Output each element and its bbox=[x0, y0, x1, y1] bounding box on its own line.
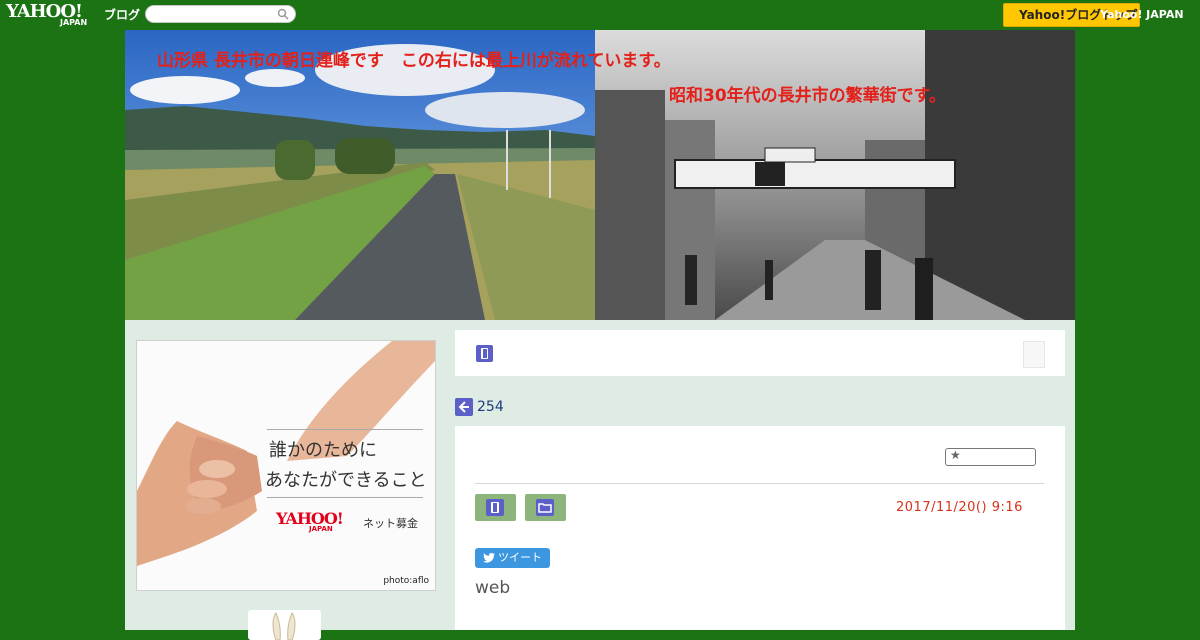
ad-headline-1: 誰かのために bbox=[269, 440, 377, 461]
banner-photo bbox=[125, 30, 1075, 320]
back-count[interactable]: 254 bbox=[477, 398, 504, 416]
ad-divider-top bbox=[267, 429, 423, 430]
charity-ad-banner[interactable]: 誰かのために あなたができること YAHOO! JAPAN ネット募金 phot… bbox=[136, 340, 436, 591]
ad-service-name: ネット募金 bbox=[363, 517, 418, 530]
arrow-left-icon[interactable] bbox=[455, 398, 473, 416]
ad-divider-bottom bbox=[267, 497, 423, 498]
logo-sub: JAPAN bbox=[60, 18, 88, 27]
tweet-label: ツイート bbox=[498, 551, 542, 564]
search-icon[interactable] bbox=[277, 8, 289, 20]
tweet-button[interactable]: ツイート bbox=[475, 548, 550, 568]
banner-caption-right: 昭和30年代の長井市の繁華街です。 bbox=[669, 86, 946, 106]
blog-label: ブログ bbox=[104, 8, 141, 22]
category-bar bbox=[455, 330, 1065, 376]
post-body: web bbox=[475, 578, 511, 598]
blog-page: 山形県 長井市の朝日連峰です この右には最上川が流れています。 昭和30年代の長… bbox=[125, 30, 1075, 640]
book-icon[interactable] bbox=[476, 345, 493, 362]
ad-headline-2: あなたができること bbox=[265, 470, 427, 491]
book-category-button[interactable] bbox=[475, 494, 516, 521]
book-glyph bbox=[491, 502, 499, 513]
yahoo-japan-link[interactable]: Yahoo! JAPAN bbox=[1100, 8, 1184, 21]
rabbit-ears-icon bbox=[272, 612, 296, 640]
post-divider bbox=[475, 483, 1044, 484]
star-icon: ★ bbox=[950, 448, 961, 462]
folder-button[interactable] bbox=[525, 494, 566, 521]
folder-glyph bbox=[538, 503, 552, 513]
twitter-bird-icon bbox=[483, 552, 495, 563]
header-banner: 山形県 長井市の朝日連峰です この右には最上川が流れています。 昭和30年代の長… bbox=[125, 30, 1075, 320]
profile-avatar[interactable] bbox=[248, 610, 321, 640]
post-date: 2017/11/20() 9:16 bbox=[896, 500, 1023, 515]
arrow-left-glyph bbox=[458, 401, 469, 413]
book-glyph bbox=[481, 348, 488, 359]
banner-caption-left: 山形県 長井市の朝日連峰です この右には最上川が流れています。 bbox=[157, 51, 671, 71]
book-icon bbox=[486, 499, 504, 516]
ad-photo-credit: photo:aflo bbox=[383, 576, 429, 586]
folder-icon bbox=[536, 499, 554, 516]
search-box[interactable] bbox=[145, 5, 296, 26]
ad-yahoo-logo-sub: JAPAN bbox=[309, 525, 333, 533]
yahoo-blog-logo[interactable]: YAHOO! JAPAN ブログ bbox=[6, 2, 140, 27]
category-toggle-button[interactable] bbox=[1023, 341, 1045, 368]
blog-post: ★ 2017/11/20() 9:16 ツイート web bbox=[455, 426, 1065, 630]
favorite-button[interactable]: ★ bbox=[945, 448, 1036, 466]
top-bar: YAHOO! JAPAN ブログ Yahoo!ブログトップ Yahoo! JAP… bbox=[0, 0, 1200, 30]
search-input[interactable] bbox=[154, 10, 278, 26]
